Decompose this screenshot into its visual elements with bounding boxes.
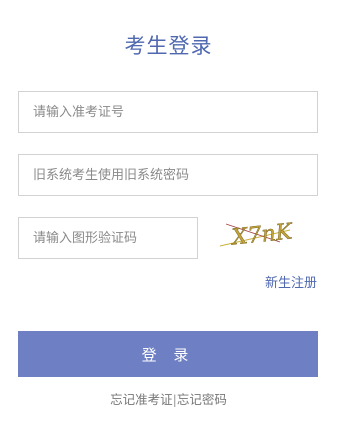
register-link[interactable]: 新生注册 — [265, 272, 317, 291]
forgot-links: 忘记准考证|忘记密码 — [0, 389, 337, 408]
forgot-password-link[interactable]: 忘记密码 — [177, 392, 227, 407]
password-input[interactable] — [19, 155, 317, 195]
password-field-box — [18, 154, 318, 196]
page-title: 考生登录 — [124, 34, 213, 58]
forgot-exam-id-link[interactable]: 忘记准考证 — [110, 392, 173, 407]
captcha-input[interactable] — [19, 218, 197, 258]
captcha-text: X7nK — [229, 219, 295, 251]
captcha-image[interactable]: X7nK — [218, 216, 298, 254]
exam-id-input[interactable] — [19, 92, 317, 132]
exam-id-field-box — [18, 91, 318, 133]
login-button[interactable]: 登 录 — [18, 331, 318, 377]
captcha-field-box — [18, 217, 198, 259]
